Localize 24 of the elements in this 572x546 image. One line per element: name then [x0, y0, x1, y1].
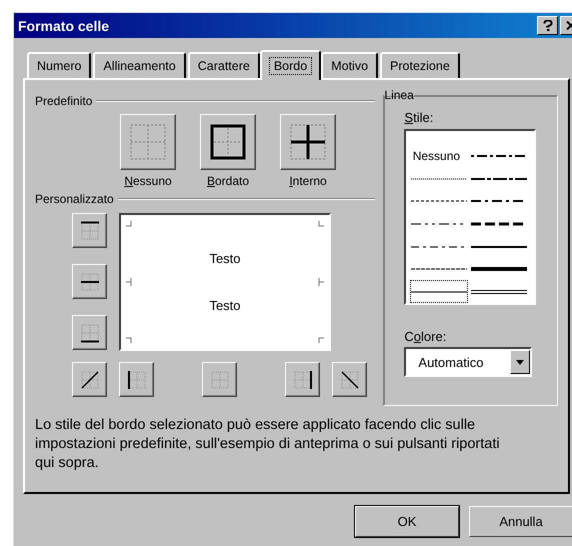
- tab[interactable]: Allineamento: [93, 52, 186, 78]
- tab[interactable]: Carattere: [188, 52, 260, 78]
- window-title: Formato celle: [18, 18, 110, 34]
- group-label: Personalizzato: [35, 192, 114, 206]
- line-style-list[interactable]: Nessuno: [404, 129, 536, 305]
- description-text: Lo stile del bordo selezionato può essere applicato facendo clic sulle impostazioni predefinite, sull'esempio di anteprima o sui pulsanti riportati qui sopra.: [35, 416, 501, 473]
- cancel-button[interactable]: Annulla: [469, 506, 572, 537]
- tab[interactable]: Numero: [27, 52, 92, 78]
- border-preview[interactable]: Testo Testo: [119, 213, 331, 351]
- preset-label: Interno: [289, 174, 327, 188]
- group-label: Linea: [384, 88, 414, 102]
- preset-label: Nessuno: [124, 174, 172, 188]
- preset-label: Bordato: [206, 174, 250, 188]
- tab[interactable]: Motivo: [321, 52, 378, 78]
- group-label: Predefinito: [35, 94, 92, 108]
- ok-button[interactable]: OK: [355, 506, 459, 537]
- tab[interactable]: Bordo: [260, 50, 322, 80]
- tab[interactable]: Protezione: [380, 52, 460, 78]
- preview-text: Testo: [209, 251, 241, 266]
- style-label: Stile:: [404, 110, 434, 125]
- style-option[interactable]: Nessuno: [410, 145, 468, 168]
- preview-text: Testo: [209, 298, 241, 313]
- color-label: Colore:: [404, 329, 448, 344]
- color-dropdown[interactable]: Automatico: [404, 347, 532, 377]
